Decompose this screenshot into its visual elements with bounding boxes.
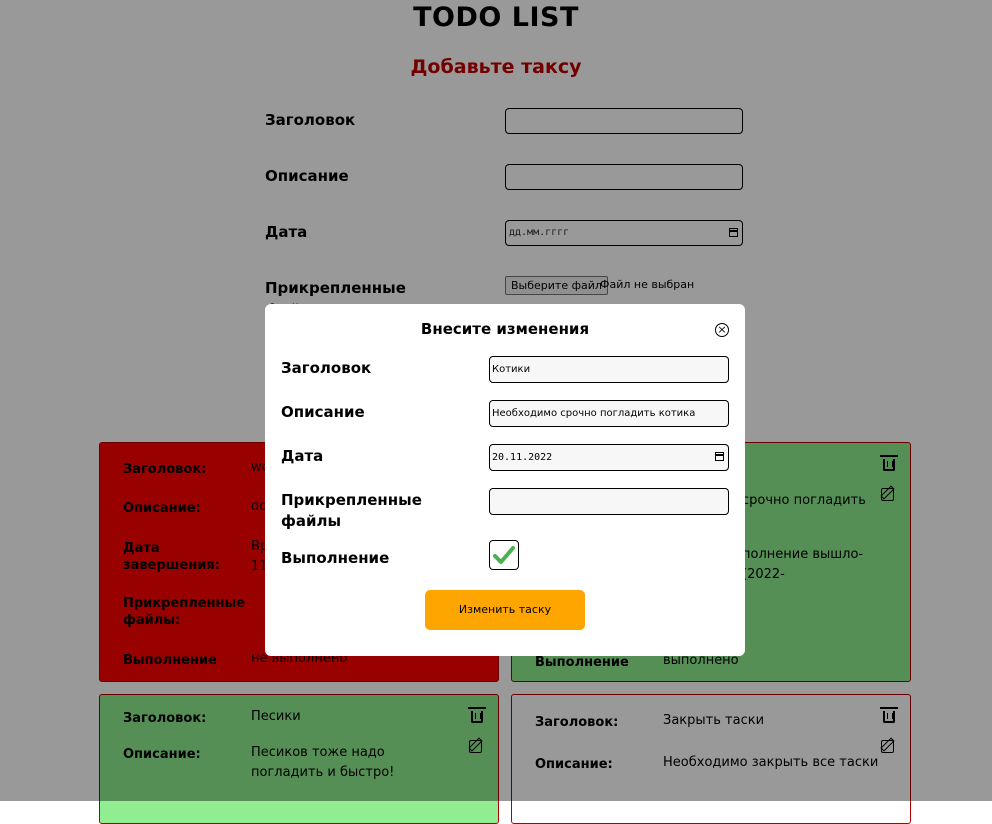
modal-date-label: Дата — [281, 447, 324, 465]
modal-done-label: Выполнение — [281, 549, 390, 567]
checkmark-icon — [493, 546, 515, 564]
modal-title-input[interactable]: Котики — [489, 356, 729, 383]
modal-title-label: Заголовок — [281, 359, 372, 377]
calendar-icon[interactable] — [715, 452, 724, 461]
done-checkbox[interactable] — [489, 540, 519, 570]
modal-date-value: 20.11.2022 — [492, 452, 553, 463]
modal-title: Внесите изменения — [420, 320, 590, 338]
modal-date-input[interactable]: 20.11.2022 — [489, 444, 729, 471]
modal-files-input[interactable] — [489, 488, 729, 515]
submit-edit-button[interactable]: Изменить таску — [425, 590, 585, 630]
modal-description-input[interactable]: Необходимо срочно погладить котика — [489, 400, 729, 427]
modal-description-label: Описание — [281, 403, 365, 421]
modal-files-label: Прикрепленные файлы — [281, 491, 422, 530]
close-icon[interactable]: × — [715, 323, 729, 337]
edit-task-modal: Внесите изменения × Заголовок Котики Опи… — [265, 304, 745, 656]
